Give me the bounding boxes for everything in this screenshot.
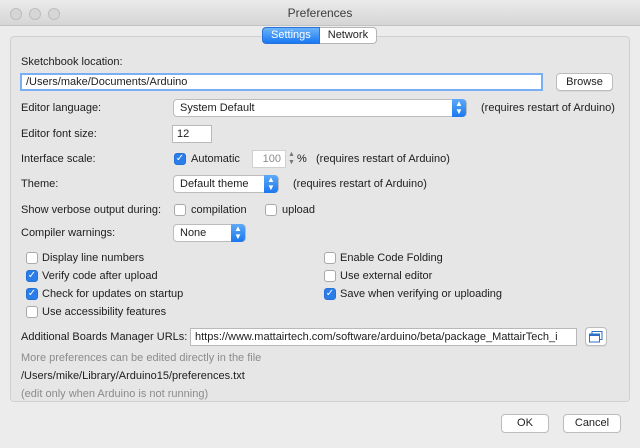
display-line-numbers-checkbox[interactable] (26, 252, 38, 264)
editor-language-value: System Default (180, 102, 255, 114)
save-on-verify-label: Save when verifying or uploading (340, 288, 503, 300)
editor-language-note: (requires restart of Arduino) (481, 102, 615, 114)
compiler-warnings-select[interactable]: None ▲ ▼ (173, 224, 246, 242)
check-updates-checkbox[interactable]: ✓ (26, 288, 38, 300)
theme-label: Theme: (21, 178, 59, 190)
font-size-label: Editor font size: (21, 128, 97, 140)
upload-checkbox[interactable] (265, 204, 277, 216)
display-line-numbers-label: Display line numbers (42, 252, 145, 264)
accessibility-checkbox[interactable] (26, 306, 38, 318)
cancel-button[interactable]: Cancel (563, 414, 621, 433)
scale-percent-field[interactable]: 100 (252, 150, 286, 168)
window-title: Preferences (287, 6, 353, 20)
interface-scale-note: (requires restart of Arduino) (316, 153, 450, 165)
external-editor-label: Use external editor (340, 270, 433, 282)
sketchbook-path-field[interactable]: /Users/make/Documents/Arduino (20, 73, 543, 91)
chevron-updown-icon: ▲ ▼ (264, 175, 278, 193)
sketchbook-label: Sketchbook location: (21, 56, 123, 68)
upload-label: upload (282, 204, 316, 216)
chevron-updown-icon: ▲ ▼ (231, 224, 245, 242)
theme-note: (requires restart of Arduino) (293, 178, 427, 190)
automatic-label: Automatic (191, 153, 240, 165)
check-updates-label: Check for updates on startup (42, 288, 184, 300)
interface-scale-label: Interface scale: (21, 153, 96, 165)
chevron-updown-icon: ▲ ▼ (452, 99, 466, 117)
scale-stepper[interactable]: ▲ ▼ (287, 151, 296, 167)
editor-language-label: Editor language: (21, 102, 102, 114)
compiler-warnings-value: None (180, 227, 207, 239)
more-prefs-text: More preferences can be edited directly … (21, 352, 262, 364)
automatic-checkbox[interactable]: ✓ (174, 153, 186, 165)
boards-manager-label: Additional Boards Manager URLs: (21, 331, 188, 343)
title-bar: Preferences (0, 0, 640, 26)
verbose-label: Show verbose output during: (21, 204, 162, 216)
theme-value: Default theme (180, 178, 249, 190)
browse-button[interactable]: Browse (556, 73, 613, 91)
theme-select[interactable]: Default theme ▲ ▼ (173, 175, 279, 193)
compilation-label: compilation (191, 204, 247, 216)
external-editor-checkbox[interactable] (324, 270, 336, 282)
tab-network[interactable]: Network (319, 27, 378, 44)
font-size-field[interactable]: 12 (172, 125, 212, 143)
preferences-file-path: /Users/mike/Library/Arduino15/preference… (21, 370, 245, 382)
code-folding-checkbox[interactable] (324, 252, 336, 264)
compiler-warnings-label: Compiler warnings: (21, 227, 116, 239)
verify-code-checkbox[interactable]: ✓ (26, 270, 38, 282)
editor-language-select[interactable]: System Default ▲ ▼ (173, 99, 467, 117)
edit-note: (edit only when Arduino is not running) (21, 388, 209, 400)
tab-bar: Settings Network (262, 27, 378, 44)
boards-manager-url-field[interactable]: https://www.mattairtech.com/software/ard… (190, 328, 577, 346)
ok-button[interactable]: OK (501, 414, 549, 433)
scale-unit: % (297, 153, 307, 165)
window-edit-icon[interactable] (585, 327, 607, 346)
verify-code-label: Verify code after upload (42, 270, 158, 282)
tab-settings[interactable]: Settings (262, 27, 320, 44)
accessibility-label: Use accessibility features (42, 306, 167, 318)
compilation-checkbox[interactable] (174, 204, 186, 216)
save-on-verify-checkbox[interactable]: ✓ (324, 288, 336, 300)
code-folding-label: Enable Code Folding (340, 252, 443, 264)
